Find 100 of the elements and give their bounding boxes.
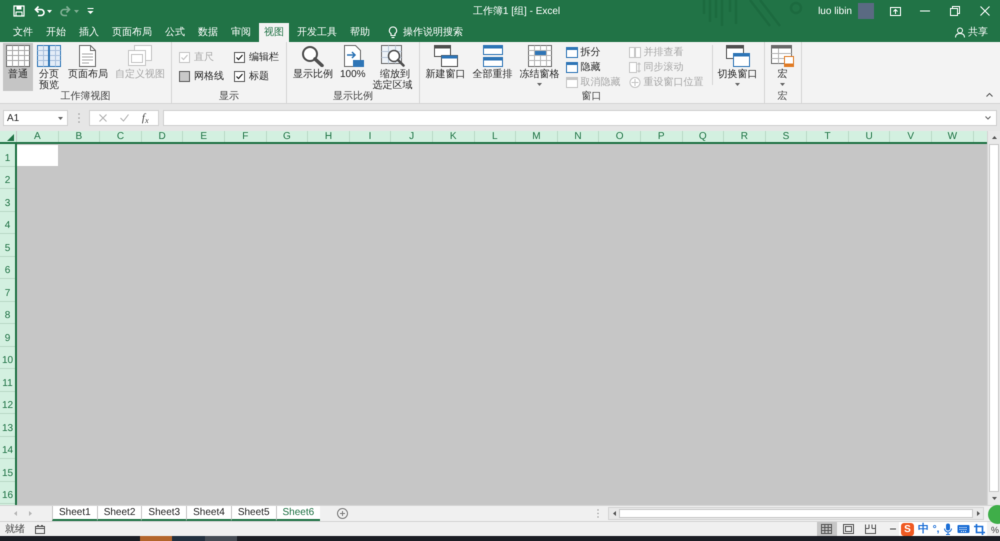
- column-header[interactable]: F: [224, 131, 267, 142]
- column-header[interactable]: O: [599, 131, 641, 142]
- keyboard-icon[interactable]: [957, 524, 970, 534]
- active-cell[interactable]: [17, 145, 58, 166]
- sheet-tab[interactable]: Sheet3: [141, 506, 186, 521]
- ribbon-button[interactable]: 冻结窗格: [516, 43, 563, 91]
- row-header[interactable]: 2: [0, 166, 15, 189]
- save-button[interactable]: [12, 3, 26, 19]
- add-sheet-button[interactable]: [336, 508, 348, 520]
- chevron-up-icon: [986, 93, 992, 97]
- select-all-triangle-icon[interactable]: [7, 134, 14, 141]
- ribbon-tab[interactable]: 视图: [259, 23, 289, 42]
- column-header[interactable]: H: [308, 131, 350, 142]
- sheet-tab[interactable]: Sheet4: [186, 506, 231, 521]
- collapse-ribbon-button[interactable]: [984, 91, 994, 99]
- row-header[interactable]: 15: [0, 459, 15, 482]
- ribbon-tab[interactable]: 审阅: [226, 23, 256, 42]
- scrollbar-thumb[interactable]: [619, 509, 973, 518]
- row-header[interactable]: 10: [0, 346, 15, 369]
- row-header[interactable]: 5: [0, 234, 15, 256]
- ribbon-button[interactable]: 页面布局: [65, 43, 111, 91]
- row-header[interactable]: 7: [0, 279, 15, 302]
- sheet-tab[interactable]: Sheet2: [96, 506, 142, 521]
- enter-check-icon[interactable]: [120, 114, 130, 122]
- ribbon-tab[interactable]: 插入: [74, 23, 104, 42]
- vertical-scrollbar[interactable]: [987, 131, 1000, 505]
- column-header[interactable]: S: [766, 131, 808, 142]
- column-header[interactable]: Q: [682, 131, 724, 142]
- horizontal-scrollbar[interactable]: [608, 507, 984, 520]
- row-header[interactable]: 3: [0, 189, 15, 212]
- column-header[interactable]: E: [183, 131, 225, 142]
- column-header[interactable]: P: [640, 131, 682, 142]
- checkbox[interactable]: [234, 70, 245, 82]
- ribbon-button[interactable]: 普通: [3, 43, 33, 91]
- ribbon-button[interactable]: 切换窗口: [714, 43, 761, 91]
- row-header[interactable]: 14: [0, 436, 15, 459]
- column-header[interactable]: D: [142, 131, 184, 142]
- row-header[interactable]: 12: [0, 392, 15, 414]
- column-header[interactable]: C: [100, 131, 142, 142]
- column-header[interactable]: R: [724, 131, 766, 142]
- row-header[interactable]: 8: [0, 302, 15, 324]
- column-header[interactable]: M: [516, 131, 558, 142]
- ribbon-button[interactable]: 隐藏: [564, 60, 623, 75]
- share-button[interactable]: 共享: [955, 23, 988, 42]
- insert-function-button[interactable]: f$_{x}$: [142, 112, 149, 124]
- undo-button[interactable]: [32, 3, 53, 19]
- row-header[interactable]: 1: [0, 144, 15, 166]
- column-header[interactable]: N: [558, 131, 600, 142]
- punctuation-mode-label[interactable]: °,: [932, 522, 940, 536]
- sheet-macro-icon: [770, 45, 795, 67]
- column-header[interactable]: G: [266, 131, 308, 142]
- sheet-tab[interactable]: Sheet6: [276, 506, 320, 521]
- user-name[interactable]: luo libin: [818, 4, 852, 18]
- row-header[interactable]: 13: [0, 414, 15, 436]
- ribbon-button[interactable]: 全部重排: [470, 43, 516, 91]
- macro-record-icon[interactable]: [35, 524, 45, 534]
- normal-view-button[interactable]: [816, 522, 837, 536]
- column-header[interactable]: V: [890, 131, 932, 142]
- ribbon-tab[interactable]: 数据: [193, 23, 223, 42]
- ribbon-button[interactable]: 拆分: [564, 45, 623, 60]
- row-header[interactable]: 4: [0, 212, 15, 234]
- ribbon-tab[interactable]: 页面布局: [107, 23, 157, 42]
- ribbon-button[interactable]: 宏: [768, 43, 798, 91]
- formula-input[interactable]: [163, 110, 997, 126]
- ribbon-tab[interactable]: 文件: [8, 23, 38, 42]
- row-header[interactable]: 16: [0, 482, 15, 504]
- row-header[interactable]: 9: [0, 324, 15, 346]
- ribbon-tab[interactable]: 开发工具: [292, 23, 342, 42]
- ribbon-tab[interactable]: 帮助: [345, 23, 375, 42]
- column-header[interactable]: B: [58, 131, 100, 142]
- column-header[interactable]: T: [807, 131, 849, 142]
- sheet-tab[interactable]: Sheet1: [52, 506, 97, 521]
- crop-icon[interactable]: [974, 524, 985, 534]
- column-header[interactable]: U: [848, 131, 890, 142]
- column-header[interactable]: L: [474, 131, 516, 142]
- sheet-tab[interactable]: Sheet5: [230, 506, 276, 521]
- checkbox[interactable]: [179, 70, 190, 82]
- column-header[interactable]: A: [17, 131, 59, 142]
- ribbon-button[interactable]: 缩放到选定区域: [370, 43, 416, 91]
- ribbon-tab[interactable]: 开始: [41, 23, 71, 42]
- scrollbar-thumb[interactable]: [989, 144, 999, 492]
- row-header[interactable]: 6: [0, 256, 15, 279]
- grid-icon: [6, 45, 30, 67]
- name-box[interactable]: A1: [3, 110, 68, 126]
- ribbon-tab[interactable]: 公式: [160, 23, 190, 42]
- ime-logo[interactable]: S: [900, 522, 914, 536]
- column-header[interactable]: W: [932, 131, 974, 142]
- checkbox[interactable]: [234, 52, 245, 62]
- column-header[interactable]: J: [391, 131, 433, 142]
- ribbon-button[interactable]: 分页预览: [34, 43, 64, 91]
- column-header[interactable]: K: [432, 131, 475, 142]
- ribbon-button[interactable]: 新建窗口: [422, 43, 469, 91]
- ribbon-button[interactable]: 显示比例: [290, 43, 336, 91]
- input-mode-label[interactable]: 中: [918, 522, 929, 536]
- magnifier-icon: [301, 45, 325, 67]
- row-header[interactable]: 11: [0, 369, 15, 392]
- column-header[interactable]: I: [350, 131, 392, 142]
- ribbon-button[interactable]: 100%: [337, 43, 369, 91]
- tell-me-button[interactable]: 操作说明搜索: [388, 23, 463, 42]
- microphone-icon[interactable]: [943, 523, 954, 535]
